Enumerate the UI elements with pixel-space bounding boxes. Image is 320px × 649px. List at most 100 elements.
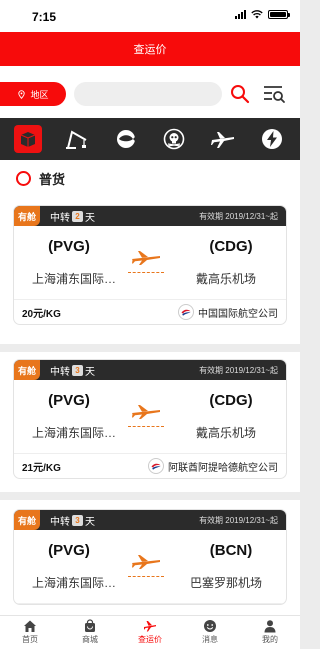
route-info: (PVG) (BCN) 上海浦东国际… 巴塞罗那机场 [14,530,286,604]
user-icon [264,620,276,633]
validity-text: 有效期 2019/12/31~起 [199,515,278,525]
nav-bar: 查运价 [0,32,300,66]
validity-text: 有效期 2019/12/31~起 [199,365,278,375]
tab-freight-query[interactable]: 查运价 [120,616,180,649]
transfer-info: 中转 3 天 [50,363,95,378]
price-text: 21元/KG [22,462,61,474]
origin-city: 上海浦东国际… [31,272,116,286]
page-title: 查运价 [133,44,167,56]
rate-card[interactable]: 有舱 中转 2 天 有效期 2019/12/31~起 (PVG) (CDG) 上… [14,206,286,324]
airline-info: 中国国际航空公司 [178,304,278,320]
status-icons [235,10,290,19]
airline-info: 阿联酋阿提哈德航空公司 [148,458,278,474]
region-button[interactable]: 地区 [0,82,66,106]
tab-label: 商城 [82,635,98,644]
china-eastern-logo-icon [178,304,194,320]
destination-code: (CDG) [209,392,253,409]
origin-code: (PVG) [48,542,90,559]
destination-city: 巴塞罗那机场 [189,576,262,590]
rate-card[interactable]: 有舱 中转 3 天 有效期 2019/12/31~起 (PVG) (CDG) 上… [14,360,286,478]
card-wrap: 有舱 中转 3 天 有效期 2019/12/31~起 (PVG) (BCN) 上… [0,500,300,620]
rate-card[interactable]: 有舱 中转 3 天 有效期 2019/12/31~起 (PVG) (BCN) 上… [14,510,286,604]
route-info: (PVG) (CDG) 上海浦东国际… 戴高乐机场 [14,226,286,300]
crane-icon [65,130,87,149]
tab-label: 消息 [202,635,218,644]
card-wrap: 有舱 中转 3 天 有效期 2019/12/31~起 (PVG) (CDG) 上… [0,352,300,492]
fresh-produce-icon [116,130,136,148]
category-air[interactable] [204,123,242,155]
search-row: 地区 [0,66,300,118]
route-info: (PVG) (CDG) 上海浦东国际… 戴高乐机场 [14,380,286,454]
lightning-icon [261,129,282,149]
cellular-signal-icon [235,10,246,19]
origin-code: (PVG) [48,392,90,409]
tab-profile[interactable]: 我的 [240,616,300,649]
transfer-days: 3 [72,514,84,526]
airplane-icon [132,251,160,265]
tab-home[interactable]: 首页 [0,616,60,649]
transfer-suffix: 天 [85,516,96,528]
origin-city: 上海浦东国际… [31,576,116,590]
section-title: 普货 [39,171,66,187]
tab-bar: 首页 商城 查运价 消息 我的 [0,615,300,649]
category-express[interactable] [253,123,291,155]
search-input[interactable] [74,82,222,106]
airplane-icon [132,555,160,569]
card-header: 有舱 中转 3 天 有效期 2019/12/31~起 [14,510,286,530]
region-label: 地区 [30,89,49,100]
category-fresh[interactable] [107,123,145,155]
message-icon [204,620,216,632]
cabin-badge: 有舱 [14,360,41,380]
tab-label: 首页 [22,635,38,644]
airplane-icon [132,405,160,419]
shop-bag-icon [85,619,95,632]
hazardous-skull-icon [163,128,185,150]
cabin-badge: 有舱 [14,206,41,226]
transfer-prefix: 中转 [50,366,71,378]
origin-code: (PVG) [48,238,90,255]
search-icon[interactable] [230,84,250,104]
card-footer: 20元/KG 中国国际航空公司 [14,300,286,324]
transfer-suffix: 天 [85,212,96,224]
destination-city: 戴高乐机场 [195,426,256,440]
airplane-icon [210,132,234,148]
cabin-badge: 有舱 [14,510,41,530]
airline-name: 中国国际航空公司 [198,308,278,320]
validity-text: 有效期 2019/12/31~起 [199,211,278,221]
origin-city: 上海浦东国际… [31,426,116,440]
wifi-icon [251,10,263,19]
tab-shop[interactable]: 商城 [60,616,120,649]
category-bar [0,118,300,160]
category-cargo[interactable] [9,123,47,155]
status-bar: 7:15 [0,0,300,32]
destination-city: 戴高乐机场 [195,272,256,286]
transfer-info: 中转 3 天 [50,513,95,528]
status-time: 7:15 [32,10,57,24]
transfer-prefix: 中转 [50,212,71,224]
tab-label: 查运价 [138,635,162,644]
freight-query-icon [144,621,156,632]
transfer-info: 中转 2 天 [50,209,95,224]
china-eastern-logo-icon [148,458,164,474]
card-wrap: 有舱 中转 2 天 有效期 2019/12/31~起 (PVG) (CDG) 上… [0,196,300,344]
destination-code: (CDG) [209,238,253,255]
category-heavy[interactable] [58,123,96,155]
filter-search-icon[interactable] [262,84,286,104]
radio-ring-icon [16,170,31,186]
battery-icon [268,10,290,19]
tab-messages[interactable]: 消息 [180,616,240,649]
transfer-days: 2 [72,210,84,222]
card-header: 有舱 中转 2 天 有效期 2019/12/31~起 [14,206,286,226]
price-text: 20元/KG [22,308,61,320]
card-header: 有舱 中转 3 天 有效期 2019/12/31~起 [14,360,286,380]
cargo-box-icon [21,132,36,147]
card-footer: 21元/KG 阿联酋阿提哈德航空公司 [14,454,286,478]
category-dangerous[interactable] [155,123,193,155]
transfer-days: 3 [72,364,84,376]
home-icon [24,620,36,632]
tab-label: 我的 [262,635,278,644]
airline-name: 阿联酋阿提哈德航空公司 [168,462,278,474]
transfer-suffix: 天 [85,366,96,378]
transfer-prefix: 中转 [50,516,71,528]
location-pin-icon [18,89,26,99]
